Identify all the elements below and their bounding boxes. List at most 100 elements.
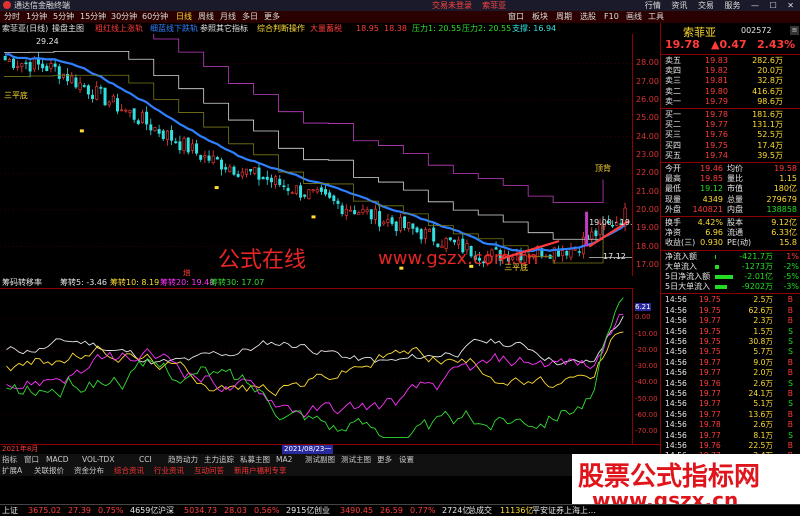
- menu-tools[interactable]: 工具: [648, 11, 664, 23]
- indicator-tab[interactable]: VOL-TDX: [82, 454, 114, 465]
- maximize-icon[interactable]: ☐: [770, 1, 777, 10]
- candle-body: [274, 176, 278, 185]
- indicator-tab[interactable]: 测试副图: [305, 454, 335, 465]
- nav-service[interactable]: 服务: [724, 1, 740, 10]
- index-status-bar: 上证 3675.02 27.39 0.75% 4659亿 沪深 5034.73 28.03 0.…: [0, 504, 800, 516]
- panel-toggle-icon[interactable]: ≡: [790, 26, 799, 35]
- candle-body: [565, 250, 569, 256]
- menu-f10[interactable]: F10: [604, 11, 619, 23]
- indicator-tab[interactable]: 窗口: [24, 454, 39, 465]
- stat-label: 流通: [727, 228, 743, 238]
- extension-tab[interactable]: 互动问答: [194, 465, 224, 476]
- stock-code: 002572: [741, 26, 772, 35]
- candle-body: [311, 189, 315, 192]
- price-axis-label: 21.00: [636, 186, 659, 196]
- period-daily[interactable]: 日线: [176, 11, 192, 23]
- ask-volume: 416.6万: [752, 86, 783, 96]
- nav-trade[interactable]: 交易: [698, 1, 714, 10]
- chip-transfer-chart[interactable]: [0, 288, 633, 444]
- stat-value: 138858: [766, 204, 797, 214]
- extension-tab[interactable]: 行业资讯: [154, 465, 184, 476]
- nav-news[interactable]: 资讯: [671, 1, 687, 10]
- candle-body: [107, 101, 111, 106]
- candle-body: [236, 173, 240, 177]
- minimize-icon[interactable]: —: [751, 1, 759, 10]
- extension-tab[interactable]: 资金分布: [74, 465, 104, 476]
- period-weekly[interactable]: 周线: [198, 11, 214, 23]
- title-center-links[interactable]: 交易未登录 索菲亚: [432, 0, 506, 11]
- stat-label: 股本: [727, 218, 743, 227]
- index-value: 3490.45: [340, 506, 374, 515]
- tick-flag: B: [787, 368, 793, 378]
- close-icon[interactable]: ✕: [787, 1, 794, 10]
- price-axis-label: 23.00: [636, 150, 659, 159]
- extension-tab[interactable]: 关联报价: [34, 465, 64, 476]
- stock-header: 索菲亚 002572 ≡: [661, 23, 800, 39]
- indicator-tab[interactable]: 趋势动力: [168, 454, 198, 465]
- ask-row: 卖一 19.79 98.6万: [661, 97, 800, 107]
- indicator-tab[interactable]: 设置: [399, 454, 414, 465]
- indicator-axis-label: -40.00: [635, 378, 658, 387]
- indicator-tab[interactable]: 私募主图: [240, 454, 270, 465]
- index-value: 3675.02: [28, 506, 62, 515]
- period-multiday[interactable]: 多日: [242, 11, 258, 23]
- tick-volume: 24.1万: [748, 389, 773, 398]
- indicator-tab[interactable]: MA2: [276, 454, 292, 465]
- extension-tab[interactable]: 新用户福利专享: [234, 465, 287, 476]
- period-60min[interactable]: 60分钟: [142, 11, 168, 23]
- candlestick-chart[interactable]: 29.24三平底顶背三平底19.00 - 19.1217.12增: [0, 34, 633, 276]
- nav-quotes[interactable]: 行情: [645, 1, 661, 10]
- candle-body: [344, 208, 348, 216]
- menu-period[interactable]: 周期: [556, 11, 572, 23]
- candle-body: [82, 85, 86, 87]
- period-1min[interactable]: 1分钟: [26, 11, 47, 23]
- menu-sector[interactable]: 板块: [532, 11, 548, 23]
- trade-login-link[interactable]: 交易未登录: [432, 1, 472, 10]
- candle-body: [361, 208, 365, 214]
- tick-volume: 5.1万: [753, 399, 773, 409]
- extension-tab[interactable]: 扩展A: [2, 465, 22, 476]
- index-name[interactable]: 创业: [314, 505, 330, 516]
- index-name[interactable]: 上证: [2, 505, 18, 516]
- indicator-tab[interactable]: 测试主图: [341, 454, 371, 465]
- stock-name-link[interactable]: 索菲亚: [482, 1, 506, 10]
- candle-body: [220, 159, 224, 170]
- indicator-tab[interactable]: MACD: [46, 454, 68, 465]
- signal-marker: [214, 186, 219, 190]
- tick-price: 19.75: [699, 305, 721, 315]
- period-15min[interactable]: 15分钟: [80, 11, 106, 23]
- candle-body: [41, 63, 45, 69]
- price-axis-label: 27.00: [636, 76, 659, 86]
- price-axis-label: 17.00: [636, 260, 659, 269]
- menu-window[interactable]: 窗口: [508, 11, 524, 23]
- index-name[interactable]: 沪深: [158, 505, 174, 516]
- indicator-tab[interactable]: 指标: [2, 454, 17, 465]
- ask-row: 卖五 19.83 282.6万: [661, 56, 800, 66]
- indicator-name[interactable]: 筹码转移率: [2, 277, 42, 288]
- period-monthly[interactable]: 月线: [220, 11, 236, 23]
- tick-time: 14:56: [665, 389, 687, 398]
- indicator-tab[interactable]: 更多: [377, 454, 392, 465]
- extension-tab[interactable]: 综合资讯: [114, 465, 144, 476]
- title-right-links: 行情 资讯 交易 服务 — ☐ ✕: [637, 0, 794, 11]
- tick-time: 14:56: [665, 441, 687, 450]
- period-intraday[interactable]: 分时: [4, 11, 20, 23]
- menu-draw[interactable]: 画线: [626, 11, 642, 23]
- low-price-label: 17.12: [603, 252, 626, 261]
- candle-body: [244, 168, 248, 175]
- candle-body: [577, 251, 581, 253]
- news-ticker[interactable]: 平安证券上海上…: [532, 505, 596, 516]
- indicator-tab[interactable]: CCI: [139, 454, 152, 465]
- tick-price: 19.76: [699, 378, 721, 388]
- period-more[interactable]: 更多: [264, 11, 280, 23]
- bid-row: 买二 19.77 131.1万: [661, 120, 800, 130]
- menu-screener[interactable]: 选股: [580, 11, 596, 23]
- stat-row: 外盘 140821 内盘 138858: [661, 205, 800, 215]
- bid-price: 19.74: [705, 150, 728, 160]
- indicator-tab[interactable]: 主力追踪: [204, 454, 234, 465]
- stat-label: 换手: [665, 218, 681, 227]
- period-5min[interactable]: 5分钟: [53, 11, 74, 23]
- period-30min[interactable]: 30分钟: [111, 11, 137, 23]
- panel-divider: [661, 108, 800, 109]
- main-indicator-name[interactable]: 操盘主图: [52, 23, 84, 34]
